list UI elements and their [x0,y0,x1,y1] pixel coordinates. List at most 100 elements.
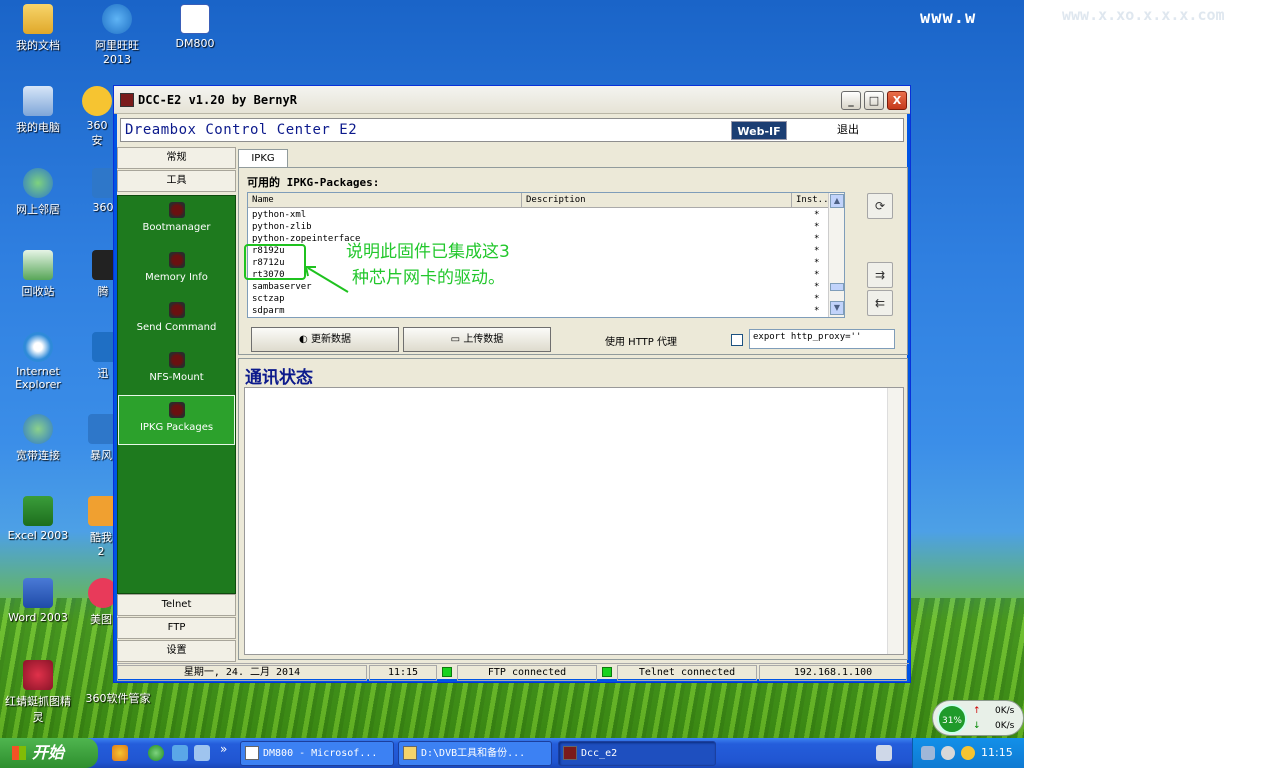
desktop-icon-label: 暴风 [90,449,112,462]
quicklaunch-more-icon[interactable]: » [220,742,227,756]
network-tray-icon[interactable] [921,746,935,760]
desktop-icon-label: 酷我 2 [90,531,112,558]
desktop-icon-label: 迅 [97,367,109,380]
package-name: sctzap [252,294,285,304]
taskbar-item-explorer[interactable]: D:\DVB工具和备份... [398,741,552,766]
package-name: python-zlib [252,222,312,232]
desktop-icon-tencent[interactable]: 腾 [92,250,114,299]
remove-button[interactable]: ⇇ [867,290,893,316]
desktop-icon-network[interactable]: 网上邻居 [3,168,73,217]
status-log[interactable] [244,387,904,655]
status-ftp: FTP connected [457,665,597,681]
watermark: www.w [920,8,977,28]
sidebar-item-send-command[interactable]: Send Command [118,296,235,346]
sidebar-item-memory-info[interactable]: Memory Info [118,246,235,296]
desktop-icon-meitu[interactable]: 美图 [88,578,114,627]
desktop-icon-my-computer[interactable]: 我的电脑 [3,86,73,135]
package-name: python-xml [252,210,307,220]
update-icon: ◐ [299,334,311,345]
log-scrollbar[interactable] [887,388,903,654]
sidebar-tab-settings[interactable]: 设置 [117,640,236,662]
refresh-list-button[interactable]: ⟳ [867,193,893,219]
table-row[interactable]: python-xml * [248,210,828,222]
refresh-data-button[interactable]: ◐ 更新数据 [251,327,399,352]
desktop-icon-dm800[interactable]: DM800 [160,4,230,50]
scroll-up-icon[interactable]: ▲ [830,194,844,208]
column-header-description[interactable]: Description [522,193,792,208]
taskbar-item-word[interactable]: DM800 - Microsof... [240,741,394,766]
scroll-thumb[interactable] [830,283,844,291]
quicklaunch-icon[interactable] [172,745,188,761]
sidebar-item-label: IPKG Packages [139,422,214,433]
desktop-icon-aliwangwang[interactable]: 阿里旺旺2013 [82,4,152,66]
sidebar-tab-general[interactable]: 常规 [117,147,236,169]
quit-button[interactable]: 退出 [793,120,903,140]
desktop-icon-broadband[interactable]: 宽带连接 [3,414,73,463]
webif-button[interactable]: Web-IF [731,121,787,140]
quicklaunch-icon[interactable] [194,745,210,761]
desktop-icon-my-documents[interactable]: 我的文档 [3,4,73,53]
quicklaunch-icon[interactable] [148,745,164,761]
proxy-input[interactable]: export http_proxy='' [749,329,895,349]
proxy-checkbox[interactable] [731,334,743,346]
desktop-icon-360-software[interactable]: 360软件管家 [80,690,156,706]
desktop-icon-360[interactable]: 360 [92,168,114,214]
desktop-icon-label: Internet Explorer [15,365,61,391]
sidebar-tab-tools[interactable]: 工具 [117,170,236,192]
install-button[interactable]: ⇉ [867,262,893,288]
close-button[interactable]: X [887,91,907,110]
taskbar-item-dcc[interactable]: Dcc_e2 [558,741,716,766]
installed-mark: * [814,258,820,268]
word-icon [23,578,53,608]
status-date: 星期一, 24. 二月 2014 [117,665,367,681]
refresh-data-label: 更新数据 [310,334,351,345]
scroll-down-icon[interactable]: ▼ [830,301,844,315]
desktop-icon-label: 360 [92,201,114,214]
telnet-status-led [602,667,612,677]
word-icon [245,746,259,760]
network-icon [23,168,53,198]
desktop-icon-kuwo[interactable]: 酷我 2 [88,496,114,558]
sidebar-item-ipkg-packages[interactable]: IPKG Packages [118,395,235,445]
desktop-icon-360-safe[interactable]: 360安 [82,86,112,148]
desktop-icon-baofeng[interactable]: 暴风 [88,414,114,463]
upload-data-button[interactable]: ▭ 上传数据 [403,327,551,352]
table-row[interactable]: python-zlib * [248,222,828,234]
sidebar-tab-telnet[interactable]: Telnet [117,594,236,616]
clock[interactable]: 11:15 [981,746,1013,759]
app-icon [88,414,114,444]
desktop-icon-label: 360软件管家 [85,692,151,705]
desktop-icon-internet-explorer[interactable]: Internet Explorer [3,332,73,391]
sidebar-tab-ftp[interactable]: FTP [117,617,236,639]
quicklaunch-icon[interactable] [112,745,128,761]
table-row[interactable]: sctzap * [248,294,828,306]
start-button[interactable]: 开始 [0,738,98,768]
tools-panel: Bootmanager Memory Info Send Command NFS… [117,195,236,594]
remove-icon: ⇇ [874,296,886,310]
start-label: 开始 [32,743,65,762]
minimize-button[interactable]: _ [841,91,861,110]
taskbar-item-label: DM800 - Microsof... [263,748,378,759]
desktop-icon-xunlei[interactable]: 迅 [92,332,114,381]
network-speed-widget[interactable]: 31% ↑ 0K/s ↓ 0K/s [932,700,1024,736]
installed-mark: * [814,222,820,232]
app-icon [120,93,134,107]
wangwang-icon [102,4,132,34]
volume-tray-icon[interactable] [941,746,955,760]
desktop-icon-excel[interactable]: Excel 2003 [3,496,73,542]
sidebar-item-bootmanager[interactable]: Bootmanager [118,196,235,246]
table-row[interactable]: sdparm * [248,306,828,317]
list-scrollbar[interactable]: ▲ ▼ [828,193,844,317]
annotation-text: 说明此固件已集成这3 种芯片网卡的驱动。 [346,239,566,291]
title-bar[interactable]: DCC-E2 v1.20 by BernyR _ □ X [114,86,910,114]
sidebar-item-nfs-mount[interactable]: NFS-Mount [118,346,235,396]
desktop-icon-hongqingting[interactable]: 红蜻蜓抓图精灵 [3,660,73,725]
360-tray-icon[interactable] [961,746,975,760]
tab-ipkg[interactable]: IPKG [238,149,288,169]
keyboard-icon[interactable] [876,745,892,761]
desktop-icon-label: 宽带连接 [16,449,60,462]
desktop-icon-word[interactable]: Word 2003 [3,578,73,624]
column-header-name[interactable]: Name [248,193,522,208]
desktop-icon-recycle-bin[interactable]: 回收站 [3,250,73,299]
maximize-button[interactable]: □ [864,91,884,110]
